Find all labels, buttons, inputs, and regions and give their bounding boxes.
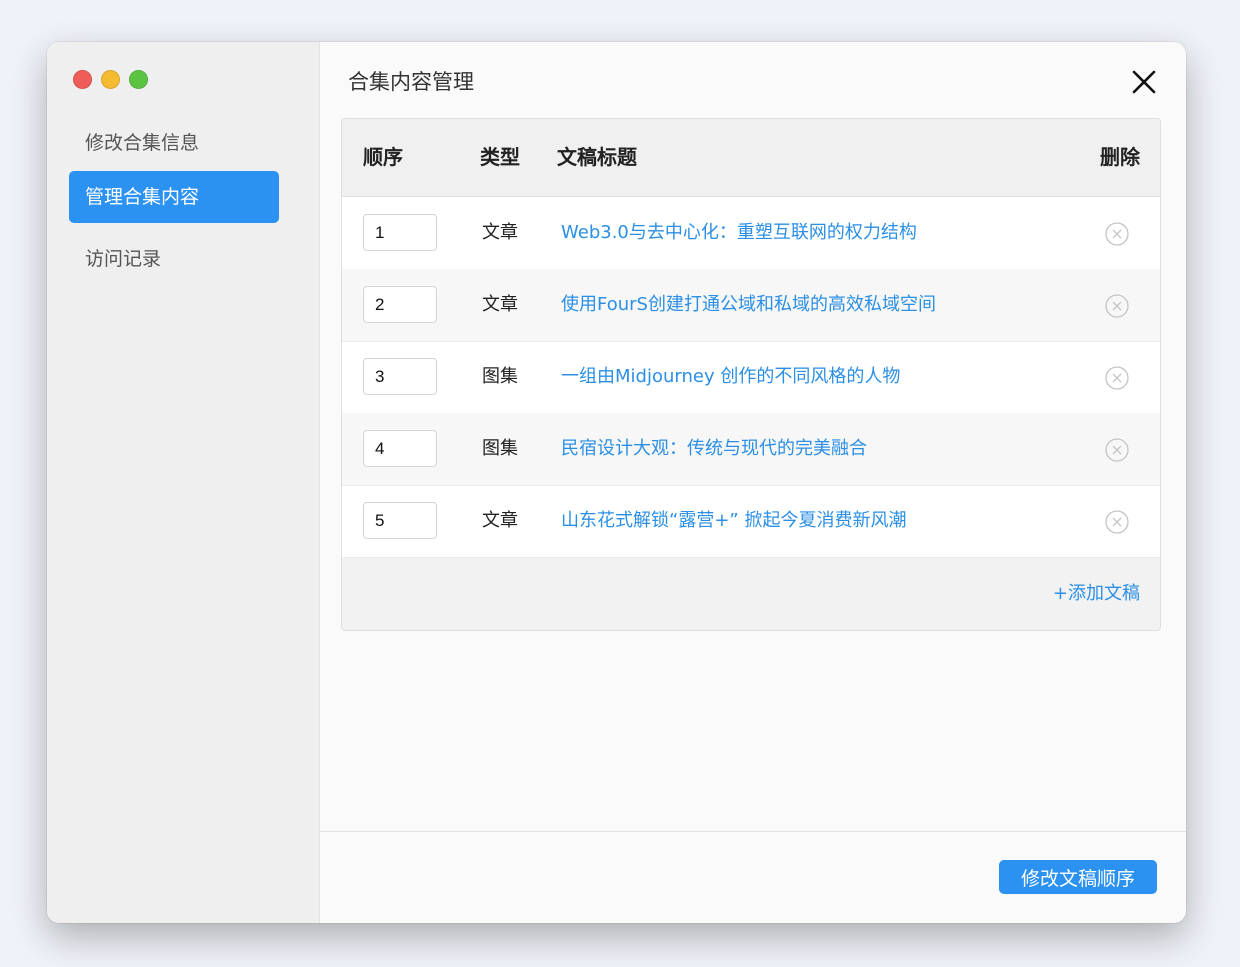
modify-order-button[interactable]: 修改文稿顺序 [999,860,1157,894]
dialog-window: 修改合集信息 管理合集内容 访问记录 合集内容管理 顺序 类型 文稿标题 删除 … [47,42,1186,923]
window-maximize-dot[interactable] [129,70,148,89]
order-input[interactable] [363,502,437,539]
table-header: 顺序 类型 文稿标题 删除 [342,119,1160,197]
window-close-dot[interactable] [73,70,92,89]
window-minimize-dot[interactable] [101,70,120,89]
row-type: 文章 [482,294,518,315]
circle-x-icon[interactable] [1105,510,1129,534]
table-row: 文章 山东花式解锁“露营+” 掀起今夏消费新风潮 [342,485,1160,558]
row-title-link[interactable]: 一组由Midjourney 创作的不同风格的人物 [561,341,900,413]
row-title-link[interactable]: Web3.0与去中心化：重塑互联网的权力结构 [561,197,917,269]
circle-x-icon[interactable] [1105,222,1129,246]
table-row: 文章 使用FourS创建打通公域和私域的高效私域空间 [342,269,1160,342]
content-table: 顺序 类型 文稿标题 删除 文章 Web3.0与去中心化：重塑互联网的权力结构 … [341,118,1161,631]
sidebar: 修改合集信息 管理合集内容 访问记录 [47,42,320,923]
sidebar-item-access-log[interactable]: 访问记录 [69,233,279,285]
circle-x-icon[interactable] [1105,294,1129,318]
order-input[interactable] [363,430,437,467]
row-type: 文章 [482,510,518,531]
table-row: 图集 一组由Midjourney 创作的不同风格的人物 [342,341,1160,414]
add-document-link[interactable]: +添加文稿 [1053,558,1140,630]
table-footer: +添加文稿 [342,558,1160,630]
column-header-order: 顺序 [363,145,403,169]
sidebar-item-edit-collection-info[interactable]: 修改合集信息 [69,117,279,169]
table-row: 图集 民宿设计大观：传统与现代的完美融合 [342,413,1160,486]
row-type: 图集 [482,366,518,387]
close-icon [1132,70,1156,94]
row-type: 文章 [482,222,518,243]
circle-x-icon[interactable] [1105,438,1129,462]
column-header-title: 文稿标题 [557,145,637,169]
page-title: 合集内容管理 [348,70,474,94]
row-title-link[interactable]: 山东花式解锁“露营+” 掀起今夏消费新风潮 [561,485,906,557]
main-panel: 合集内容管理 顺序 类型 文稿标题 删除 文章 Web3.0与去中心化：重塑互联… [320,42,1186,923]
circle-x-icon[interactable] [1105,366,1129,390]
row-type: 图集 [482,438,518,459]
order-input[interactable] [363,286,437,323]
row-title-link[interactable]: 民宿设计大观：传统与现代的完美融合 [561,413,867,485]
footer-divider [320,831,1186,832]
column-header-type: 类型 [480,145,520,169]
order-input[interactable] [363,214,437,251]
table-row: 文章 Web3.0与去中心化：重塑互联网的权力结构 [342,197,1160,270]
sidebar-item-manage-collection-content[interactable]: 管理合集内容 [69,171,279,223]
order-input[interactable] [363,358,437,395]
row-title-link[interactable]: 使用FourS创建打通公域和私域的高效私域空间 [561,269,936,341]
column-header-delete: 删除 [1100,145,1140,169]
close-button[interactable] [1130,68,1158,96]
